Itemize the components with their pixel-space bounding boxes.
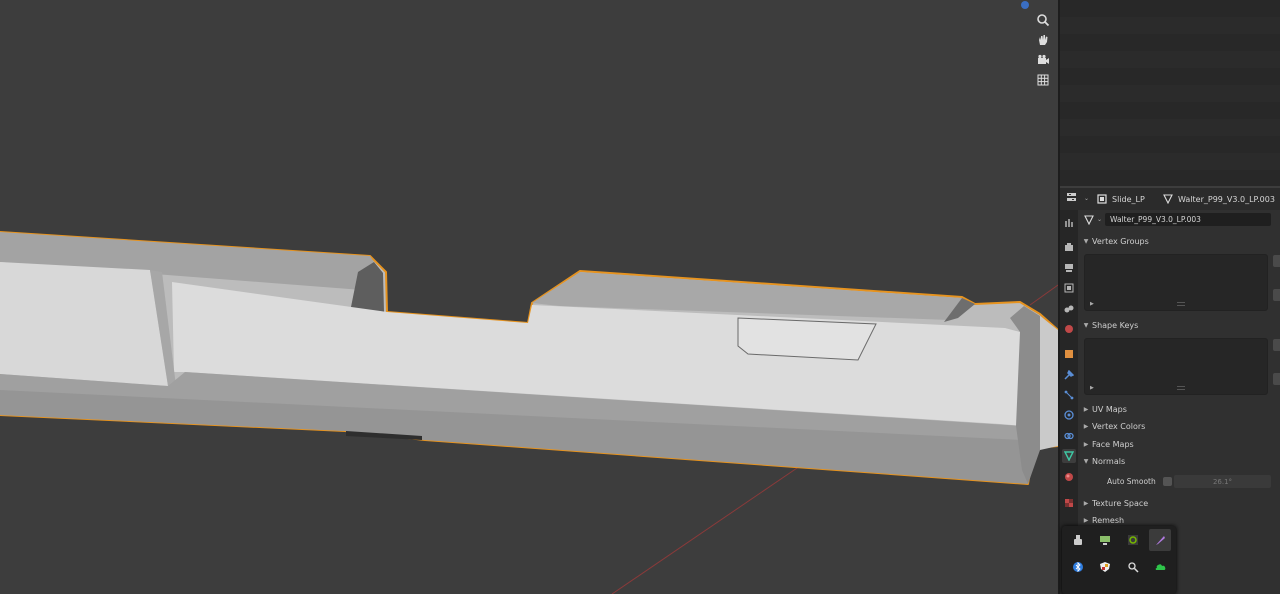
auto-smooth-label: Auto Smooth xyxy=(1107,477,1156,486)
panel-label: Face Maps xyxy=(1092,439,1134,449)
panel-label: Shape Keys xyxy=(1092,320,1139,330)
panel-label: Vertex Colors xyxy=(1092,421,1146,431)
object-name: Slide_LP xyxy=(1112,194,1145,204)
outliner-row[interactable] xyxy=(1060,136,1280,153)
panel-normals[interactable]: ▼ Normals xyxy=(1080,453,1280,469)
tool-icon[interactable] xyxy=(1062,216,1076,230)
system-tray-popup xyxy=(1062,526,1176,594)
display-icon[interactable] xyxy=(1094,529,1116,551)
texture-icon[interactable] xyxy=(1062,496,1076,510)
modifier-icon[interactable] xyxy=(1062,368,1076,382)
expand-arrow-icon[interactable]: ▶ xyxy=(1090,385,1094,391)
panel-label: UV Maps xyxy=(1092,404,1127,414)
physics-icon[interactable] xyxy=(1062,408,1076,422)
search-app-icon[interactable] xyxy=(1122,556,1144,578)
editor-type-menu[interactable]: ⌄ xyxy=(1067,193,1089,203)
panel-label: Texture Space xyxy=(1092,498,1149,508)
rear-serration-block xyxy=(0,262,168,386)
render-icon[interactable] xyxy=(1062,240,1076,254)
view-layer-icon[interactable] xyxy=(1062,281,1076,295)
panel-label: Normals xyxy=(1092,456,1126,466)
mesh-breadcrumb[interactable]: Walter_P99_V3.0_LP.003 xyxy=(1163,194,1275,204)
x-axis-line-far xyxy=(1029,284,1058,306)
outliner-row[interactable] xyxy=(1060,102,1280,119)
outliner-row[interactable] xyxy=(1060,85,1280,102)
auto-smooth-angle-field[interactable]: 26.1° xyxy=(1174,475,1271,488)
vertex-group-menu-button[interactable] xyxy=(1273,289,1280,301)
camera-icon[interactable] xyxy=(1034,51,1052,69)
hand-pan-icon[interactable] xyxy=(1034,31,1052,49)
nvidia-icon[interactable] xyxy=(1122,529,1144,551)
expand-arrow-icon[interactable]: ▶ xyxy=(1090,301,1094,307)
feather-icon[interactable] xyxy=(1149,529,1171,551)
outliner-row[interactable] xyxy=(1060,153,1280,170)
mesh-triangle-icon[interactable] xyxy=(1084,214,1094,225)
editor-type-icon xyxy=(1067,193,1076,201)
expanded-arrow-icon: ▼ xyxy=(1083,321,1089,329)
mesh-data-icon[interactable] xyxy=(1062,449,1076,463)
slide-recess xyxy=(737,317,877,361)
panel-vertex-colors[interactable]: ▶ Vertex Colors xyxy=(1080,418,1280,434)
shape-key-menu-button[interactable] xyxy=(1273,373,1280,385)
chevron-down-icon: ⌄ xyxy=(1084,194,1090,202)
collapsed-arrow-icon: ▶ xyxy=(1083,499,1089,507)
collapsed-arrow-icon: ▶ xyxy=(1083,422,1089,430)
mesh-triangle-icon xyxy=(1163,194,1173,204)
panel-shape-keys[interactable]: ▼ Shape Keys xyxy=(1080,317,1280,333)
viewport-scene xyxy=(0,231,1058,594)
world-icon[interactable] xyxy=(1062,322,1076,336)
panel-vertex-groups[interactable]: ▼ Vertex Groups xyxy=(1080,233,1280,249)
outliner-row[interactable] xyxy=(1060,170,1280,186)
outliner-row[interactable] xyxy=(1060,0,1280,17)
mesh-name: Walter_P99_V3.0_LP.003 xyxy=(1178,194,1275,204)
outliner-row[interactable] xyxy=(1060,68,1280,85)
usb-icon[interactable] xyxy=(1067,529,1089,551)
x-axis-line xyxy=(611,465,801,594)
object-icon[interactable] xyxy=(1062,347,1076,361)
shield-icon[interactable] xyxy=(1094,556,1116,578)
panel-face-maps[interactable]: ▶ Face Maps xyxy=(1080,436,1280,452)
auto-smooth-row: Auto Smooth 26.1° xyxy=(1080,474,1280,490)
auto-smooth-checkbox[interactable] xyxy=(1163,477,1172,486)
resize-grip[interactable] xyxy=(1177,302,1185,306)
zoom-icon[interactable] xyxy=(1034,11,1052,29)
axis-gizmo-dot[interactable] xyxy=(1021,1,1029,9)
mesh-datablock-field[interactable]: Walter_P99_V3.0_LP.003 xyxy=(1105,213,1272,226)
3d-viewport[interactable] xyxy=(0,0,1058,594)
scene-icon[interactable] xyxy=(1062,302,1076,316)
outliner-row[interactable] xyxy=(1060,51,1280,68)
expanded-arrow-icon: ▼ xyxy=(1083,237,1089,245)
panel-texture-space[interactable]: ▶ Texture Space xyxy=(1080,495,1280,511)
object-square-icon xyxy=(1097,194,1107,204)
material-icon[interactable] xyxy=(1062,470,1076,484)
vertex-groups-list[interactable]: ▶ xyxy=(1084,254,1268,311)
grid-icon[interactable] xyxy=(1034,71,1052,89)
resize-grip[interactable] xyxy=(1177,386,1185,390)
particles-icon[interactable] xyxy=(1062,388,1076,402)
shape-keys-list[interactable]: ▶ xyxy=(1084,338,1268,395)
properties-header: ⌄ Slide_LP Walter_P99_V3.0_LP.003 xyxy=(1060,188,1280,210)
bluetooth-icon[interactable] xyxy=(1067,556,1089,578)
output-icon[interactable] xyxy=(1062,261,1076,275)
add-shape-key-button[interactable] xyxy=(1273,339,1280,351)
mesh-datablock-row: ⌄ Walter_P99_V3.0_LP.003 xyxy=(1084,213,1272,226)
chevron-down-icon[interactable]: ⌄ xyxy=(1097,216,1102,223)
collapsed-arrow-icon: ▶ xyxy=(1083,516,1089,524)
constraints-icon[interactable] xyxy=(1062,429,1076,443)
collapsed-arrow-icon: ▶ xyxy=(1083,440,1089,448)
collapsed-arrow-icon: ▶ xyxy=(1083,405,1089,413)
add-vertex-group-button[interactable] xyxy=(1273,255,1280,267)
panel-uv-maps[interactable]: ▶ UV Maps xyxy=(1080,401,1280,417)
object-breadcrumb[interactable]: Slide_LP xyxy=(1097,194,1145,204)
cloud-icon[interactable] xyxy=(1149,556,1171,578)
outliner-row[interactable] xyxy=(1060,119,1280,136)
expanded-arrow-icon: ▼ xyxy=(1083,457,1089,465)
muzzle-edge xyxy=(1040,316,1058,450)
panel-label: Remesh xyxy=(1092,515,1125,525)
panel-label: Vertex Groups xyxy=(1092,236,1149,246)
outliner-row[interactable] xyxy=(1060,17,1280,34)
outliner-row[interactable] xyxy=(1060,34,1280,51)
outliner-panel[interactable] xyxy=(1060,0,1280,186)
